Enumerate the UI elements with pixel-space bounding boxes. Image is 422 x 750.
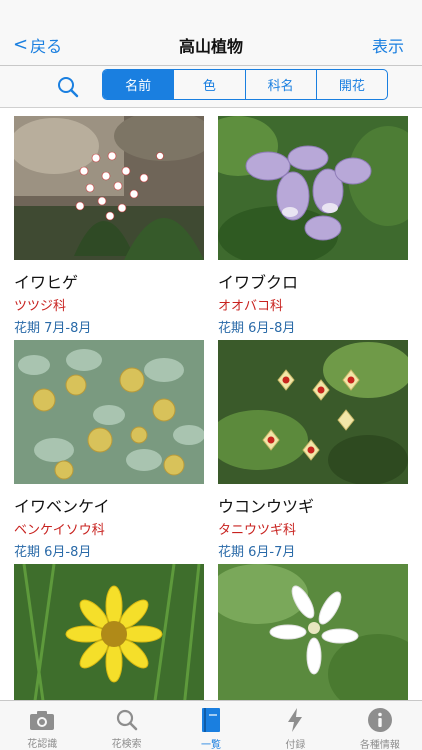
plant-card[interactable]: イワヒゲ ツツジ科 花期 7月-8月	[14, 116, 204, 336]
plant-photo	[14, 564, 204, 700]
tab-recognize[interactable]: 花認識	[0, 701, 84, 750]
plant-card[interactable]	[14, 564, 204, 700]
plant-bloom-period: 花期 6月-7月	[218, 545, 296, 560]
plant-family: ツツジ科	[14, 299, 67, 314]
plant-photo	[14, 340, 204, 484]
plant-card[interactable]: イワブクロ オオバコ科 花期 6月-8月	[218, 116, 408, 336]
tab-info[interactable]: 各種情報	[338, 701, 422, 750]
segment-name[interactable]: 名前	[103, 70, 174, 99]
lightning-icon	[288, 708, 303, 732]
segment-bloom[interactable]: 開花	[315, 70, 387, 99]
plant-card[interactable]: イワベンケイ ベンケイソウ科 花期 6月-8月	[14, 340, 204, 560]
tab-list[interactable]: 一覧	[169, 701, 253, 750]
tab-label: 付録	[285, 740, 306, 750]
plant-family: オオバコ科	[218, 299, 284, 314]
tab-label: 一覧	[201, 740, 222, 750]
plant-photo	[218, 340, 408, 484]
navigation-bar: < 戻る 高山植物 表示	[0, 0, 422, 66]
plant-bloom-period: 花期 7月-8月	[14, 321, 92, 336]
tab-search[interactable]: 花検索	[84, 701, 168, 750]
segment-family[interactable]: 科名	[244, 70, 316, 99]
tab-appendix[interactable]: 付録	[253, 701, 337, 750]
search-icon	[58, 77, 79, 98]
camera-icon	[30, 710, 55, 730]
plant-name: イワベンケイ	[14, 497, 110, 516]
book-icon	[202, 708, 221, 732]
plant-photo	[218, 564, 408, 700]
search-icon	[116, 709, 137, 730]
plant-card[interactable]: ウコンウツギ タニウツギ科 花期 6月-7月	[218, 340, 408, 560]
plant-name: イワヒゲ	[14, 273, 79, 292]
plant-name: ウコンウツギ	[218, 497, 315, 516]
plant-family: ベンケイソウ科	[14, 523, 105, 538]
plant-bloom-period: 花期 6月-8月	[14, 545, 92, 560]
tab-label: 花認識	[27, 739, 58, 750]
plant-name: イワブクロ	[218, 273, 299, 292]
plant-family: タニウツギ科	[218, 523, 297, 538]
sort-segmented-control: 名前 色 科名 開花	[102, 69, 388, 100]
plant-bloom-period: 花期 6月-8月	[218, 321, 296, 336]
display-button[interactable]: 表示	[372, 33, 404, 57]
tab-label: 花検索	[111, 739, 142, 750]
plant-photo	[218, 116, 408, 260]
info-icon	[367, 708, 392, 732]
tab-bar: 花認識 花検索 一覧 付録 各種情報	[0, 700, 422, 750]
sort-toolbar: 名前 色 科名 開花	[0, 66, 422, 108]
page-title: 高山植物	[178, 37, 243, 56]
segment-color[interactable]: 色	[173, 70, 244, 99]
plant-photo	[14, 116, 204, 260]
plant-card[interactable]	[218, 564, 408, 700]
plant-grid: イワヒゲ ツツジ科 花期 7月-8月 イワブクロ オオバコ科 花期 6月-8月 …	[0, 108, 422, 700]
tab-label: 各種情報	[359, 740, 400, 750]
search-button[interactable]	[56, 75, 80, 99]
